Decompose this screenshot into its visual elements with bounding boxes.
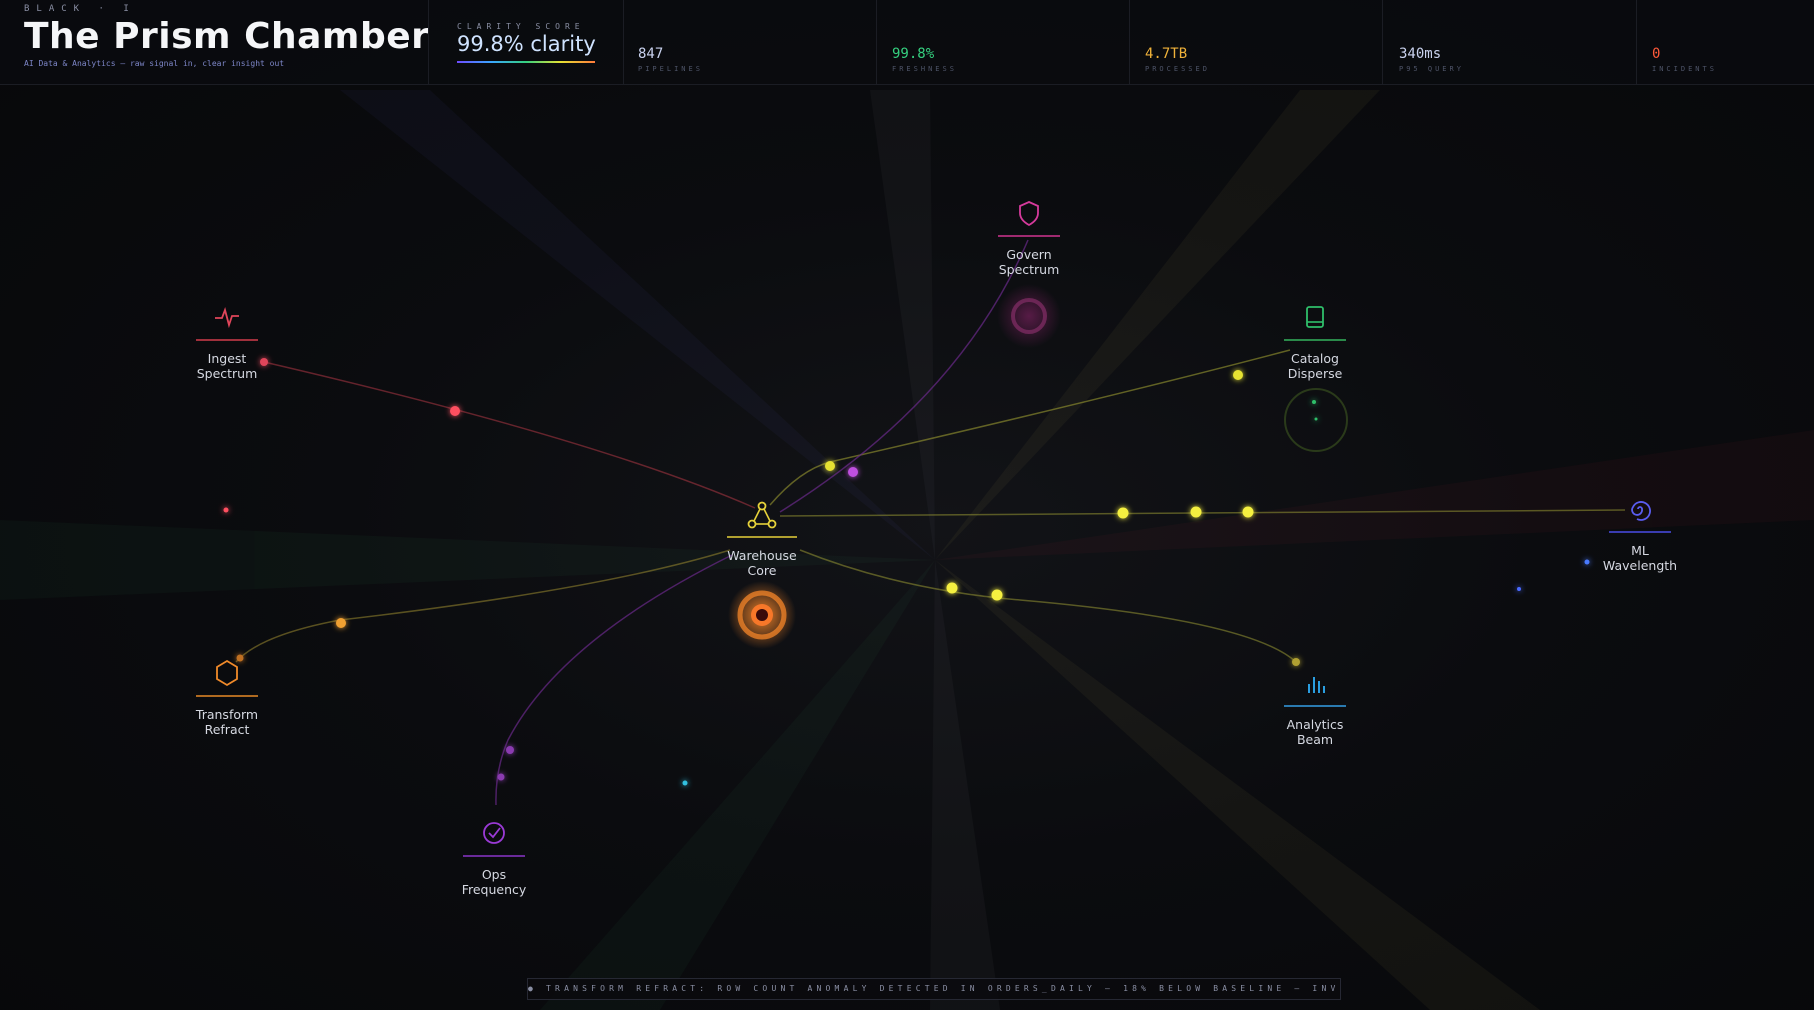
node-label-line: Refract: [204, 722, 250, 737]
stat-p95-query: 340ms P95 QUERY: [1399, 46, 1464, 73]
bar-chart-icon: [1285, 668, 1345, 702]
flow-warehouse-ops: [495, 554, 733, 806]
book-icon: [1285, 302, 1345, 336]
node-underline: [998, 235, 1060, 237]
page-title: The Prism Chamber: [24, 16, 430, 57]
eyebrow: BLACK · I: [24, 4, 136, 14]
node-underline: [727, 536, 797, 538]
node-label: Ops Frequency: [439, 867, 549, 897]
stat-freshness: 99.8% FRESHNESS: [892, 46, 957, 73]
stat-incidents: 0 INCIDENTS: [1652, 46, 1717, 73]
divider: [428, 0, 429, 84]
stat-label: INCIDENTS: [1652, 65, 1717, 73]
node-label: Warehouse Core: [707, 548, 817, 578]
node-label: ML Wavelength: [1585, 543, 1695, 573]
node-label: Analytics Beam: [1260, 717, 1370, 747]
stat-value: 99.8%: [892, 46, 935, 62]
node-label-line: Core: [747, 563, 777, 578]
node-label: Ingest Spectrum: [172, 351, 282, 381]
stat-value: 340ms: [1399, 46, 1442, 62]
node-ml-wavelength[interactable]: ML Wavelength: [1585, 494, 1695, 573]
stat-label: FRESHNESS: [892, 65, 957, 73]
alert-ticker[interactable]: ● TRANSFORM REFRACT: ROW COUNT ANOMALY D…: [527, 978, 1341, 1000]
stat-pipelines: 847 PIPELINES: [638, 46, 703, 73]
stat-label: PROCESSED: [1145, 65, 1210, 73]
stat-label: PIPELINES: [638, 65, 703, 73]
header-bar: BLACK · I The Prism Chamber AI Data & An…: [0, 0, 1814, 85]
divider: [1636, 0, 1637, 84]
node-underline: [1609, 531, 1671, 533]
node-label: Transform Refract: [172, 707, 282, 737]
clarity-score: CLARITY SCORE 99.8% clarity: [457, 22, 596, 63]
node-label: Govern Spectrum: [974, 247, 1084, 277]
node-catalog-disperse[interactable]: Catalog Disperse: [1260, 302, 1370, 381]
divider: [623, 0, 624, 84]
node-govern-spectrum[interactable]: Govern Spectrum: [974, 198, 1084, 277]
node-label-line: Analytics: [1286, 717, 1344, 732]
node-label-line: Spectrum: [196, 366, 258, 381]
spiral-icon: [1610, 494, 1670, 528]
node-ingest-spectrum[interactable]: Ingest Spectrum: [172, 302, 282, 381]
pulse-icon: [197, 302, 257, 336]
clarity-score-value: 99.8% clarity: [457, 32, 596, 56]
node-label-line: Wavelength: [1602, 558, 1678, 573]
stat-processed: 4.7TB PROCESSED: [1145, 46, 1210, 73]
divider: [1382, 0, 1383, 84]
shield-icon: [999, 198, 1059, 232]
node-label-line: ML: [1631, 543, 1649, 558]
prism-beams: [0, 90, 1814, 1010]
node-label-line: Transform: [195, 707, 259, 722]
node-label-line: Disperse: [1287, 366, 1343, 381]
page-subtitle: AI Data & Analytics — raw signal in, cle…: [24, 59, 285, 68]
clarity-score-label: CLARITY SCORE: [457, 22, 585, 31]
divider: [876, 0, 877, 84]
flow-canvas: [0, 90, 1814, 1010]
node-label: Catalog Disperse: [1260, 351, 1370, 381]
stat-value: 4.7TB: [1145, 46, 1188, 62]
hexagon-icon: [197, 658, 257, 692]
node-label-line: Warehouse: [727, 548, 797, 563]
check-circle-icon: [464, 818, 524, 852]
node-analytics-beam[interactable]: Analytics Beam: [1260, 668, 1370, 747]
node-underline: [1284, 339, 1346, 341]
stat-label: P95 QUERY: [1399, 65, 1464, 73]
node-label-line: Govern: [1006, 247, 1052, 262]
node-label-line: Ingest: [207, 351, 247, 366]
node-label-line: Ops: [481, 867, 507, 882]
stat-value: 847: [638, 46, 664, 62]
node-underline: [1284, 705, 1346, 707]
divider: [1129, 0, 1130, 84]
node-label-line: Frequency: [461, 882, 527, 897]
node-label-line: Spectrum: [998, 262, 1060, 277]
node-label-line: Beam: [1296, 732, 1334, 747]
node-warehouse-core[interactable]: Warehouse Core: [707, 499, 817, 578]
triad-icon: [732, 499, 792, 533]
brand: BLACK · I The Prism Chamber AI Data & An…: [24, 4, 429, 68]
node-ops-frequency[interactable]: Ops Frequency: [439, 818, 549, 897]
node-underline: [463, 855, 525, 857]
flow-ingest-warehouse: [263, 361, 756, 509]
node-label-line: Catalog: [1290, 351, 1339, 366]
stat-value: 0: [1652, 46, 1661, 62]
node-underline: [196, 695, 258, 697]
node-transform-refract[interactable]: Transform Refract: [172, 658, 282, 737]
clarity-score-bar: [457, 61, 595, 63]
node-underline: [196, 339, 258, 341]
